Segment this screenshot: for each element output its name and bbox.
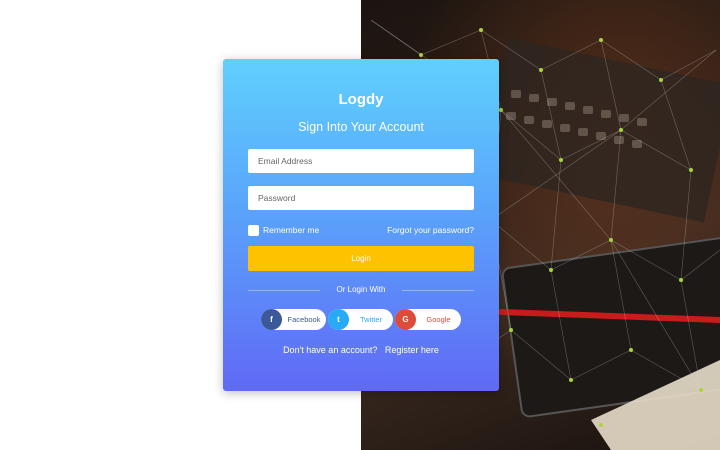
email-input[interactable] (248, 149, 474, 173)
twitter-icon: t (328, 309, 349, 330)
form-title: Sign Into Your Account (298, 120, 424, 134)
forgot-password-link[interactable]: Forgot your password? (387, 225, 474, 235)
facebook-login-button[interactable]: f Facebook (261, 309, 326, 330)
google-label: Google (426, 315, 451, 324)
remember-me-label: Remember me (263, 225, 320, 235)
google-login-button[interactable]: G Google (395, 309, 461, 330)
register-link[interactable]: Register here (385, 345, 439, 355)
twitter-label: Twitter (359, 315, 383, 324)
remember-me-checkbox[interactable] (248, 224, 259, 236)
divider-line-right (402, 290, 474, 291)
register-prompt-text: Don't have an account? (283, 345, 378, 355)
brand-logo: Logdy (338, 91, 384, 108)
facebook-icon: f (261, 309, 282, 330)
twitter-login-button[interactable]: t Twitter (328, 309, 393, 330)
login-card: Logdy Sign Into Your Account Remember me… (223, 59, 499, 391)
register-prompt: Don't have an account? Register here (223, 345, 499, 355)
login-button[interactable]: Login (248, 246, 474, 271)
social-divider: Or Login With (248, 285, 474, 295)
remember-me-toggle[interactable]: Remember me (248, 223, 319, 237)
facebook-label: Facebook (287, 315, 321, 324)
google-icon: G (395, 309, 416, 330)
password-input[interactable] (248, 186, 474, 210)
